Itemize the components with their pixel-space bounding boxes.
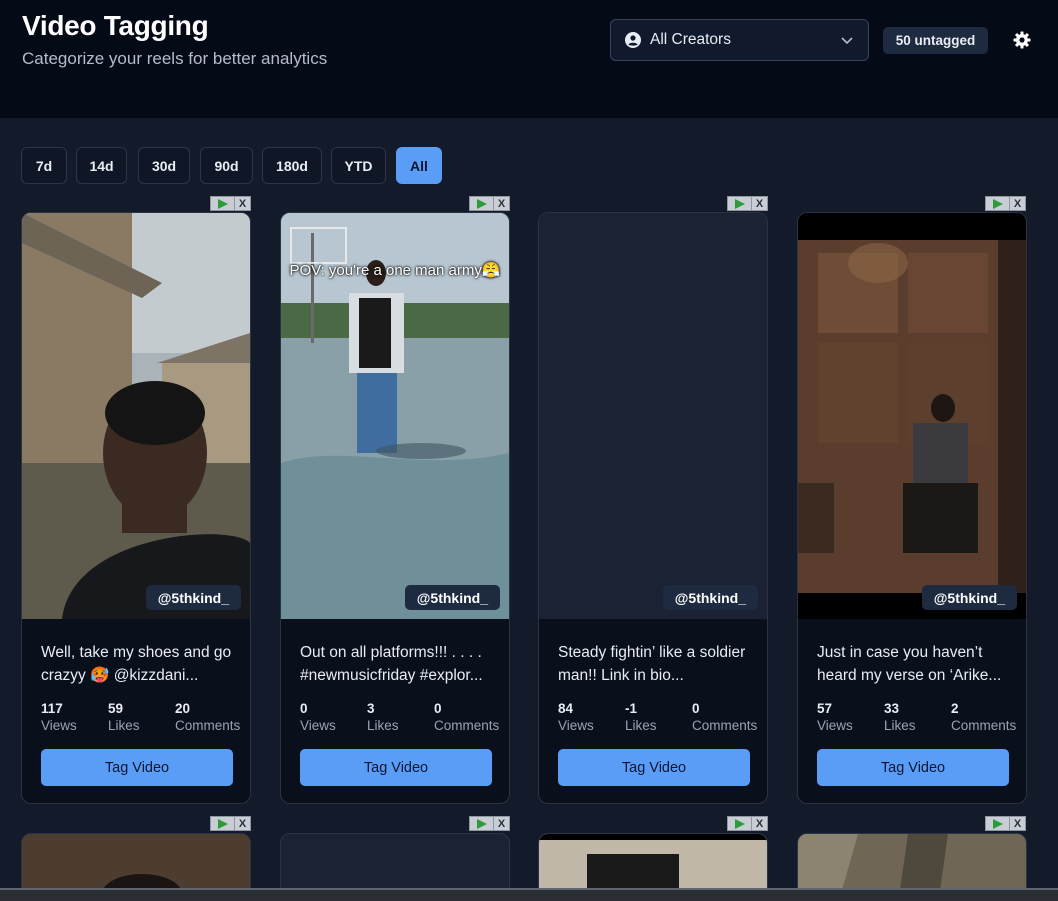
comments-label: Comments [434,718,500,733]
creator-handle: @5thkind_ [145,585,241,610]
comments-label: Comments [692,718,758,733]
likes-label: Likes [625,718,657,733]
views-stat: 0 Views [300,701,336,735]
page-title: Video Tagging [22,10,209,41]
video-caption: Well, take my shoes and go crazyy 🥵 @kiz… [41,644,232,684]
close-icon[interactable]: X [494,197,509,210]
close-icon[interactable]: X [752,817,767,830]
comments-label: Comments [951,718,1017,733]
ad-choices-badge[interactable]: X [210,816,251,831]
video-card: @5thkind_ Just in case you haven’t heard… [797,212,1027,804]
video-caption: Just in case you haven’t heard my verse … [817,644,1002,684]
video-caption: Steady fightin’ like a soldier man!! Lin… [558,644,746,684]
video-card: POV: you're a one man army😤 @5thkind_ Ou… [280,212,510,804]
comments-count: 20 [175,701,191,716]
user-circle-icon [625,32,641,48]
comments-stat: 0 Comments [692,701,757,735]
play-icon [986,197,1010,210]
video-card: @5thkind_ Well, take my shoes and go cra… [21,212,251,804]
range-30d-button[interactable]: 30d [138,147,190,184]
likes-count: 33 [884,701,900,716]
likes-label: Likes [367,718,399,733]
likes-stat: 3 Likes [367,701,399,735]
ad-choices-badge[interactable]: X [210,196,251,211]
ad-choices-badge[interactable]: X [727,196,768,211]
gear-icon[interactable] [1012,30,1032,50]
video-thumbnail[interactable]: POV: you're a one man army😤 @5thkind_ [281,213,509,619]
likes-count: 59 [108,701,124,716]
close-icon[interactable]: X [752,197,767,210]
tag-video-button[interactable]: Tag Video [41,749,233,786]
ad-choices-badge[interactable]: X [727,816,768,831]
untagged-count-badge: 50 untagged [883,27,988,54]
video-thumbnail[interactable]: @5thkind_ [22,213,250,619]
video-thumbnail[interactable]: @5thkind_ [539,213,767,619]
range-90d-button[interactable]: 90d [200,147,253,184]
ad-choices-badge[interactable]: X [985,196,1026,211]
likes-label: Likes [108,718,140,733]
play-icon [728,817,752,830]
play-icon [470,197,494,210]
ad-choices-badge[interactable]: X [469,816,510,831]
views-label: Views [817,718,853,733]
play-icon [986,817,1010,830]
comments-count: 0 [434,701,442,716]
range-180d-button[interactable]: 180d [262,147,322,184]
ad-choices-badge[interactable]: X [469,196,510,211]
video-thumbnail[interactable]: @5thkind_ [798,213,1026,619]
likes-stat: 33 Likes [884,701,916,735]
views-label: Views [41,718,77,733]
likes-count: 3 [367,701,375,716]
range-14d-button[interactable]: 14d [76,147,127,184]
range-all-button[interactable]: All [396,147,442,184]
chevron-down-icon [840,33,854,47]
ad-choices-badge[interactable]: X [985,816,1026,831]
tag-video-button[interactable]: Tag Video [558,749,750,786]
page-header: Video Tagging Categorize your reels for … [0,0,1058,118]
likes-label: Likes [884,718,916,733]
range-ytd-button[interactable]: YTD [331,147,386,184]
comments-count: 2 [951,701,959,716]
creator-select-value: All Creators [650,31,731,48]
views-stat: 57 Views [817,701,853,735]
play-icon [470,817,494,830]
views-stat: 117 Views [41,701,77,735]
creator-handle: @5thkind_ [662,585,758,610]
creator-handle: @5thkind_ [404,585,500,610]
play-icon [211,817,235,830]
comments-count: 0 [692,701,700,716]
range-7d-button[interactable]: 7d [21,147,67,184]
views-count: 57 [817,701,833,716]
close-icon[interactable]: X [235,197,250,210]
close-icon[interactable]: X [494,817,509,830]
video-card: @5thkind_ Steady fightin’ like a soldier… [538,212,768,804]
thumbnail-overlay-text: POV: you're a one man army😤 [289,262,501,279]
views-count: 84 [558,701,574,716]
likes-stat: 59 Likes [108,701,140,735]
comments-stat: 0 Comments [434,701,499,735]
comments-stat: 2 Comments [951,701,1016,735]
video-caption: Out on all platforms!!! . . . . #newmusi… [300,644,483,684]
views-count: 0 [300,701,308,716]
creator-handle: @5thkind_ [921,585,1017,610]
tag-video-button[interactable]: Tag Video [817,749,1009,786]
close-icon[interactable]: X [1010,817,1025,830]
play-icon [211,197,235,210]
close-icon[interactable]: X [235,817,250,830]
views-label: Views [300,718,336,733]
likes-count: -1 [625,701,638,716]
creator-select[interactable]: All Creators [610,19,869,61]
views-label: Views [558,718,594,733]
page-subtitle: Categorize your reels for better analyti… [22,49,328,68]
comments-label: Comments [175,718,241,733]
views-stat: 84 Views [558,701,594,735]
comments-stat: 20 Comments [175,701,240,735]
views-count: 117 [41,701,63,716]
tag-video-button[interactable]: Tag Video [300,749,492,786]
play-icon [728,197,752,210]
horizontal-scrollbar[interactable] [0,888,1058,901]
close-icon[interactable]: X [1010,197,1025,210]
likes-stat: -1 Likes [625,701,657,735]
